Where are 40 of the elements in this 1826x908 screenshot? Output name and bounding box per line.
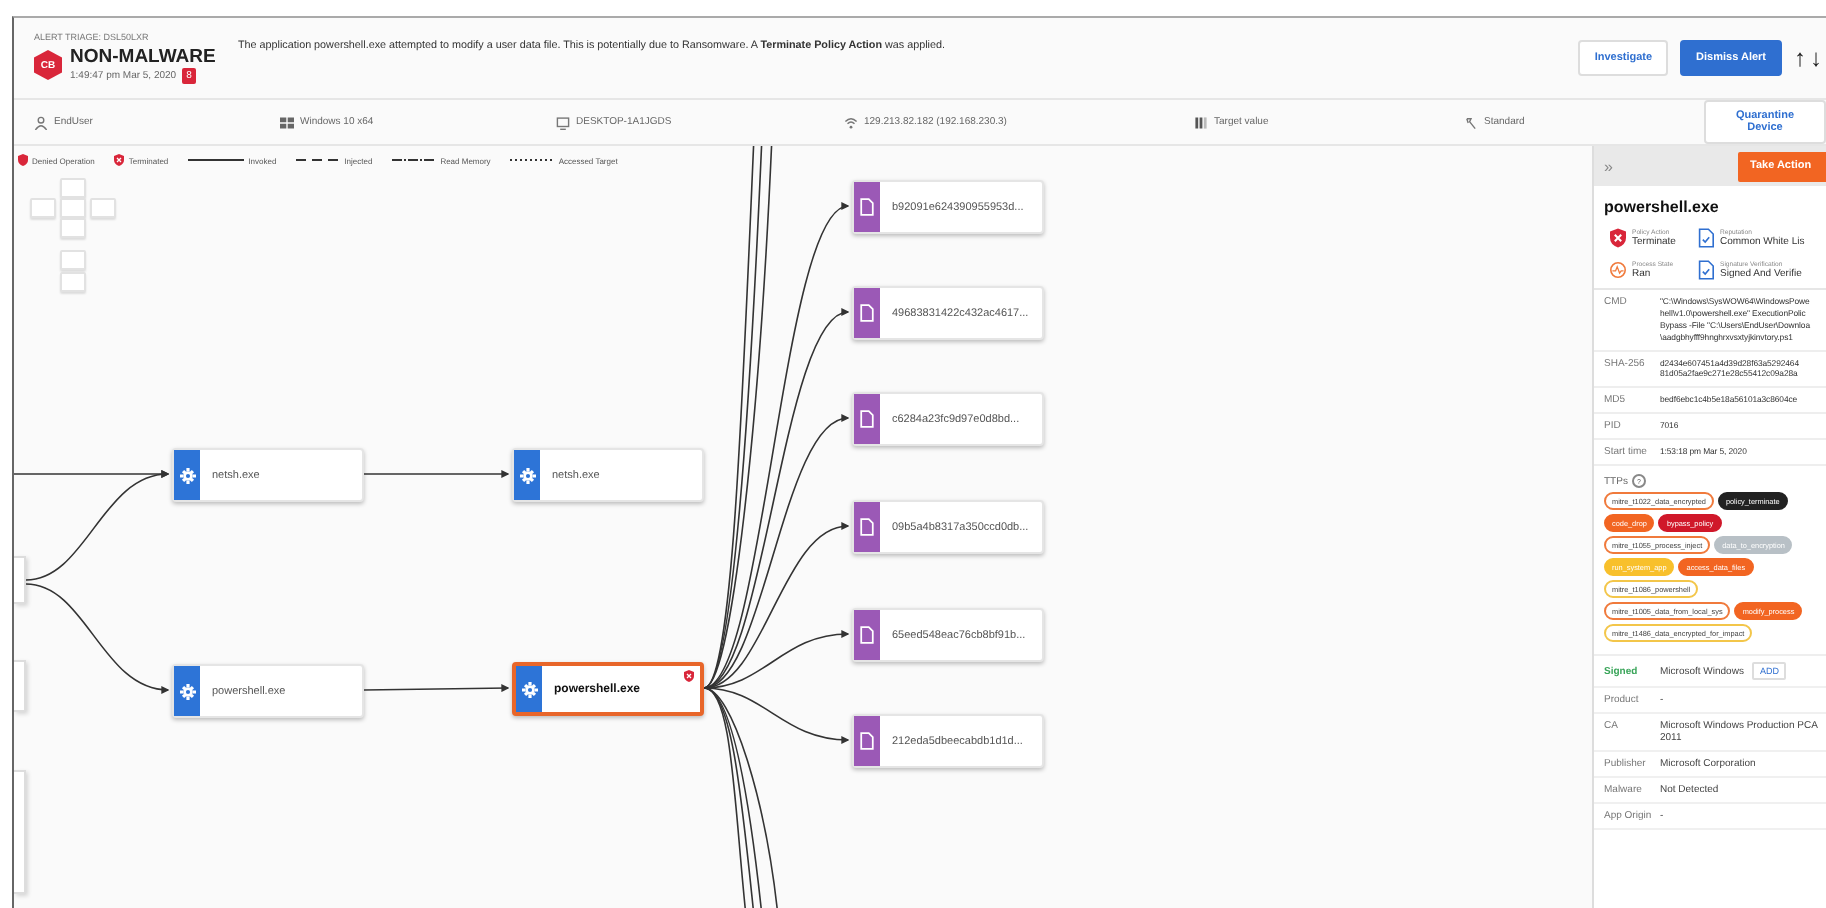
monitor-icon xyxy=(556,115,570,129)
zoom-in-button[interactable] xyxy=(60,250,86,270)
center-button[interactable] xyxy=(60,198,86,218)
graph-node[interactable] xyxy=(14,770,26,894)
gear-icon xyxy=(179,467,195,483)
alert-title: NON-MALWARE xyxy=(70,46,216,68)
process-title: powershell.exe xyxy=(1602,196,1721,220)
graph-node[interactable] xyxy=(14,556,26,604)
document-icon xyxy=(860,304,874,322)
solid-line-sample xyxy=(188,158,245,162)
gear-icon xyxy=(519,467,535,483)
previous-arrow[interactable]: ↑ xyxy=(1794,44,1806,72)
next-arrow[interactable]: ↓ xyxy=(1810,44,1822,72)
windows-icon xyxy=(280,115,294,129)
pan-up-button[interactable] xyxy=(60,178,86,198)
shield-icon xyxy=(18,154,28,166)
pan-left-button[interactable] xyxy=(30,198,56,218)
dashed-line-sample xyxy=(296,158,341,162)
tool-icon xyxy=(1464,115,1478,129)
shield-x-icon xyxy=(114,154,125,166)
gear-icon xyxy=(521,681,537,697)
dash-dot-line-sample xyxy=(392,158,437,162)
shield-x-icon xyxy=(1610,228,1626,248)
document-check-icon xyxy=(1698,260,1714,280)
pan-right-button[interactable] xyxy=(90,198,116,218)
document-icon xyxy=(860,732,874,750)
document-check-icon xyxy=(1698,228,1714,248)
pan-down-button[interactable] xyxy=(60,218,86,238)
document-icon xyxy=(860,518,874,536)
document-icon xyxy=(860,198,874,216)
gear-icon xyxy=(179,683,195,699)
graph-node[interactable] xyxy=(14,660,26,712)
zoom-out-button[interactable] xyxy=(60,272,86,292)
document-icon xyxy=(860,626,874,644)
pulse-icon xyxy=(1610,260,1626,280)
user-icon xyxy=(34,115,48,129)
wifi-icon xyxy=(844,115,858,129)
document-icon xyxy=(860,410,874,428)
bars-icon xyxy=(1194,115,1208,129)
dotted-line-sample xyxy=(510,158,555,162)
